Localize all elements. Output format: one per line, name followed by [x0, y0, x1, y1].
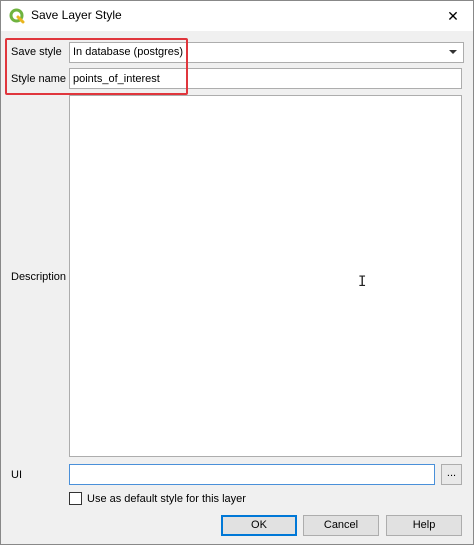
qgis-logo-icon — [9, 8, 25, 24]
title-bar: Save Layer Style ✕ — [1, 1, 473, 31]
chevron-down-icon — [449, 50, 457, 54]
ui-file-input[interactable] — [69, 464, 435, 485]
browse-button[interactable]: ... — [441, 464, 462, 485]
description-label: Description — [11, 271, 67, 283]
default-style-checkbox-label[interactable]: Use as default style for this layer — [87, 493, 246, 505]
help-button[interactable]: Help — [386, 515, 462, 536]
text-cursor-icon: I — [358, 274, 367, 290]
close-button[interactable]: ✕ — [433, 1, 473, 31]
ui-label: UI — [11, 469, 22, 481]
highlight-annotation — [5, 38, 188, 95]
window-title: Save Layer Style — [31, 8, 122, 22]
description-textarea[interactable] — [69, 95, 462, 457]
save-layer-style-dialog: Save Layer Style ✕ Save style In databas… — [0, 0, 474, 545]
cancel-button[interactable]: Cancel — [303, 515, 379, 536]
default-style-checkbox[interactable] — [69, 492, 82, 505]
ok-button[interactable]: OK — [221, 515, 297, 536]
